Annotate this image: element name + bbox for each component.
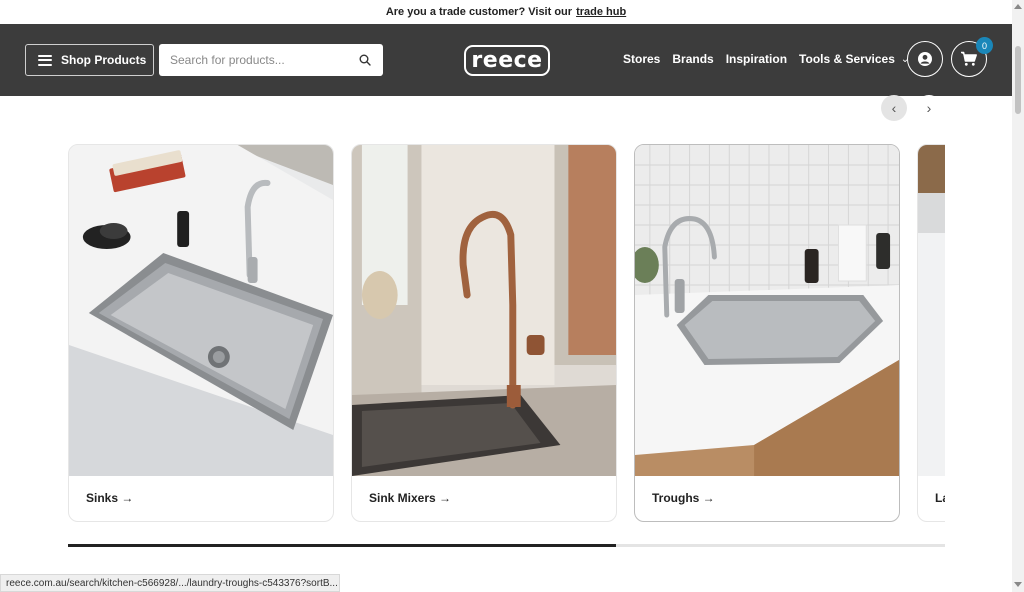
card-label-sinks: Sinks → — [86, 491, 134, 505]
chevron-right-icon: › — [926, 100, 932, 116]
card-label-sink-mixers: Sink Mixers → — [369, 491, 452, 505]
scroll-down-arrow[interactable] — [1014, 582, 1022, 587]
carousel-progress-fill — [68, 544, 617, 547]
link-status-bar: reece.com.au/search/kitchen-c566928/.../… — [0, 574, 340, 592]
chevron-left-icon: ‹ — [891, 100, 897, 116]
trade-banner-text: Are you a trade customer? Visit our — [385, 6, 573, 18]
search-input[interactable] — [159, 45, 349, 75]
carousel-progress-track — [68, 544, 945, 547]
category-card-sinks[interactable]: Sinks → — [68, 144, 334, 522]
nav-stores[interactable]: Stores — [623, 52, 660, 66]
trade-hub-link[interactable]: trade hub — [576, 6, 626, 18]
account-button[interactable] — [907, 41, 943, 77]
category-card-troughs[interactable]: Troughs → — [634, 144, 900, 522]
carousel-next-button[interactable]: › — [916, 95, 942, 121]
carousel-prev-button[interactable]: ‹ — [881, 95, 907, 121]
shop-products-label: Shop Products — [61, 53, 147, 67]
category-card-partial[interactable]: La — [917, 144, 945, 522]
page-scrollbar[interactable] — [1012, 0, 1024, 592]
nav-tools-services[interactable]: Tools & Services — [799, 52, 895, 66]
sink-mixers-image — [352, 145, 616, 476]
account-icon — [918, 52, 932, 66]
cart-count-badge: 0 — [976, 37, 993, 54]
reece-logo[interactable]: reece — [464, 45, 550, 76]
hamburger-icon — [38, 54, 52, 66]
sinks-image — [69, 145, 333, 476]
search-bar — [159, 44, 383, 76]
site-header: Shop Products reece Stores Brands Inspir… — [0, 24, 1012, 96]
nav-brands[interactable]: Brands — [672, 52, 713, 66]
shop-products-button[interactable]: Shop Products — [25, 44, 154, 76]
trade-banner: Are you a trade customer? Visit our trad… — [0, 0, 1012, 24]
main-nav: Stores Brands Inspiration Tools & Servic… — [623, 52, 921, 66]
card-label-troughs: Troughs → — [652, 491, 715, 505]
category-card-sink-mixers[interactable]: Sink Mixers → — [351, 144, 617, 522]
category-carousel: Sinks → Sink Mixers → Troughs → L — [68, 144, 945, 522]
laundry-image — [918, 145, 945, 476]
scroll-up-arrow[interactable] — [1014, 4, 1022, 9]
troughs-image — [635, 145, 899, 476]
cart-icon — [961, 51, 977, 66]
card-label-partial: La — [935, 491, 945, 505]
search-icon[interactable] — [359, 54, 371, 66]
nav-inspiration[interactable]: Inspiration — [726, 52, 787, 66]
scroll-thumb[interactable] — [1015, 46, 1021, 114]
